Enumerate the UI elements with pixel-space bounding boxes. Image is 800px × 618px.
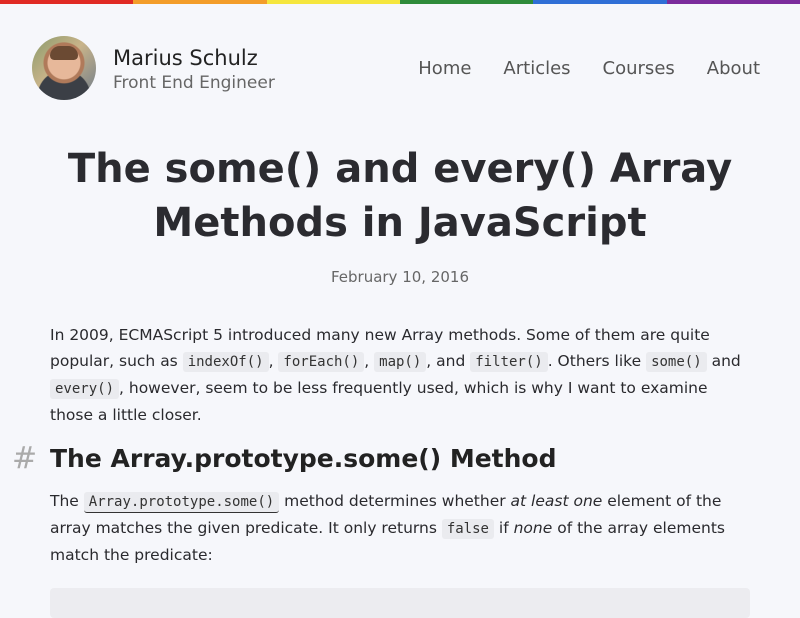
- intro-text: , however, seem to be less frequently us…: [50, 379, 708, 424]
- emphasis: at least one: [510, 492, 603, 510]
- inline-code: indexOf(): [182, 352, 269, 372]
- inline-code: map(): [374, 352, 427, 372]
- section-text: if: [493, 519, 514, 537]
- intro-text: and: [706, 352, 741, 370]
- rainbow-stripe: [266, 0, 400, 4]
- rainbow-stripe: [666, 0, 800, 4]
- main-nav: Home Articles Courses About: [418, 58, 760, 80]
- article-date: February 10, 2016: [330, 268, 470, 286]
- mdn-link-code[interactable]: Array.prototype.some(): [83, 492, 280, 513]
- code-block: [50, 588, 750, 618]
- intro-text: ,: [268, 352, 279, 370]
- section-text: The: [50, 492, 84, 510]
- site-subtitle: Front End Engineer: [113, 73, 275, 93]
- nav-about[interactable]: About: [707, 58, 760, 80]
- site-header: Marius Schulz Front End Engineer Home Ar…: [32, 36, 760, 100]
- nav-articles[interactable]: Articles: [503, 58, 570, 80]
- inline-code: forEach(): [278, 352, 365, 372]
- avatar-hair: [50, 46, 78, 60]
- intro-paragraph: In 2009, ECMAScript 5 introduced many ne…: [50, 322, 750, 428]
- inline-code: every(): [50, 379, 120, 399]
- inline-code: some(): [646, 352, 707, 372]
- intro-text: . Others like: [547, 352, 647, 370]
- article-title: The some() and every() Array Methods in …: [67, 146, 733, 246]
- rainbow-stripe: [133, 0, 267, 4]
- nav-courses[interactable]: Courses: [603, 58, 675, 80]
- rainbow-stripe: [399, 0, 534, 4]
- inline-code: false: [441, 519, 494, 539]
- rainbow-bar: [0, 0, 800, 4]
- intro-text: ,: [364, 352, 375, 370]
- rainbow-stripe: [0, 0, 134, 4]
- site-name[interactable]: Marius Schulz: [113, 46, 258, 70]
- emphasis: none: [513, 519, 553, 537]
- nav-home[interactable]: Home: [418, 58, 471, 80]
- inline-code: filter(): [470, 352, 548, 372]
- intro-text: , and: [426, 352, 471, 370]
- section-heading: The Array.prototype.some() Method: [50, 444, 557, 473]
- heading-anchor-link[interactable]: #: [12, 442, 37, 476]
- rainbow-stripe: [533, 0, 667, 4]
- section-text: method determines whether: [279, 492, 511, 510]
- section-paragraph: The Array.prototype.some() method determ…: [50, 488, 750, 568]
- avatar[interactable]: [32, 36, 96, 100]
